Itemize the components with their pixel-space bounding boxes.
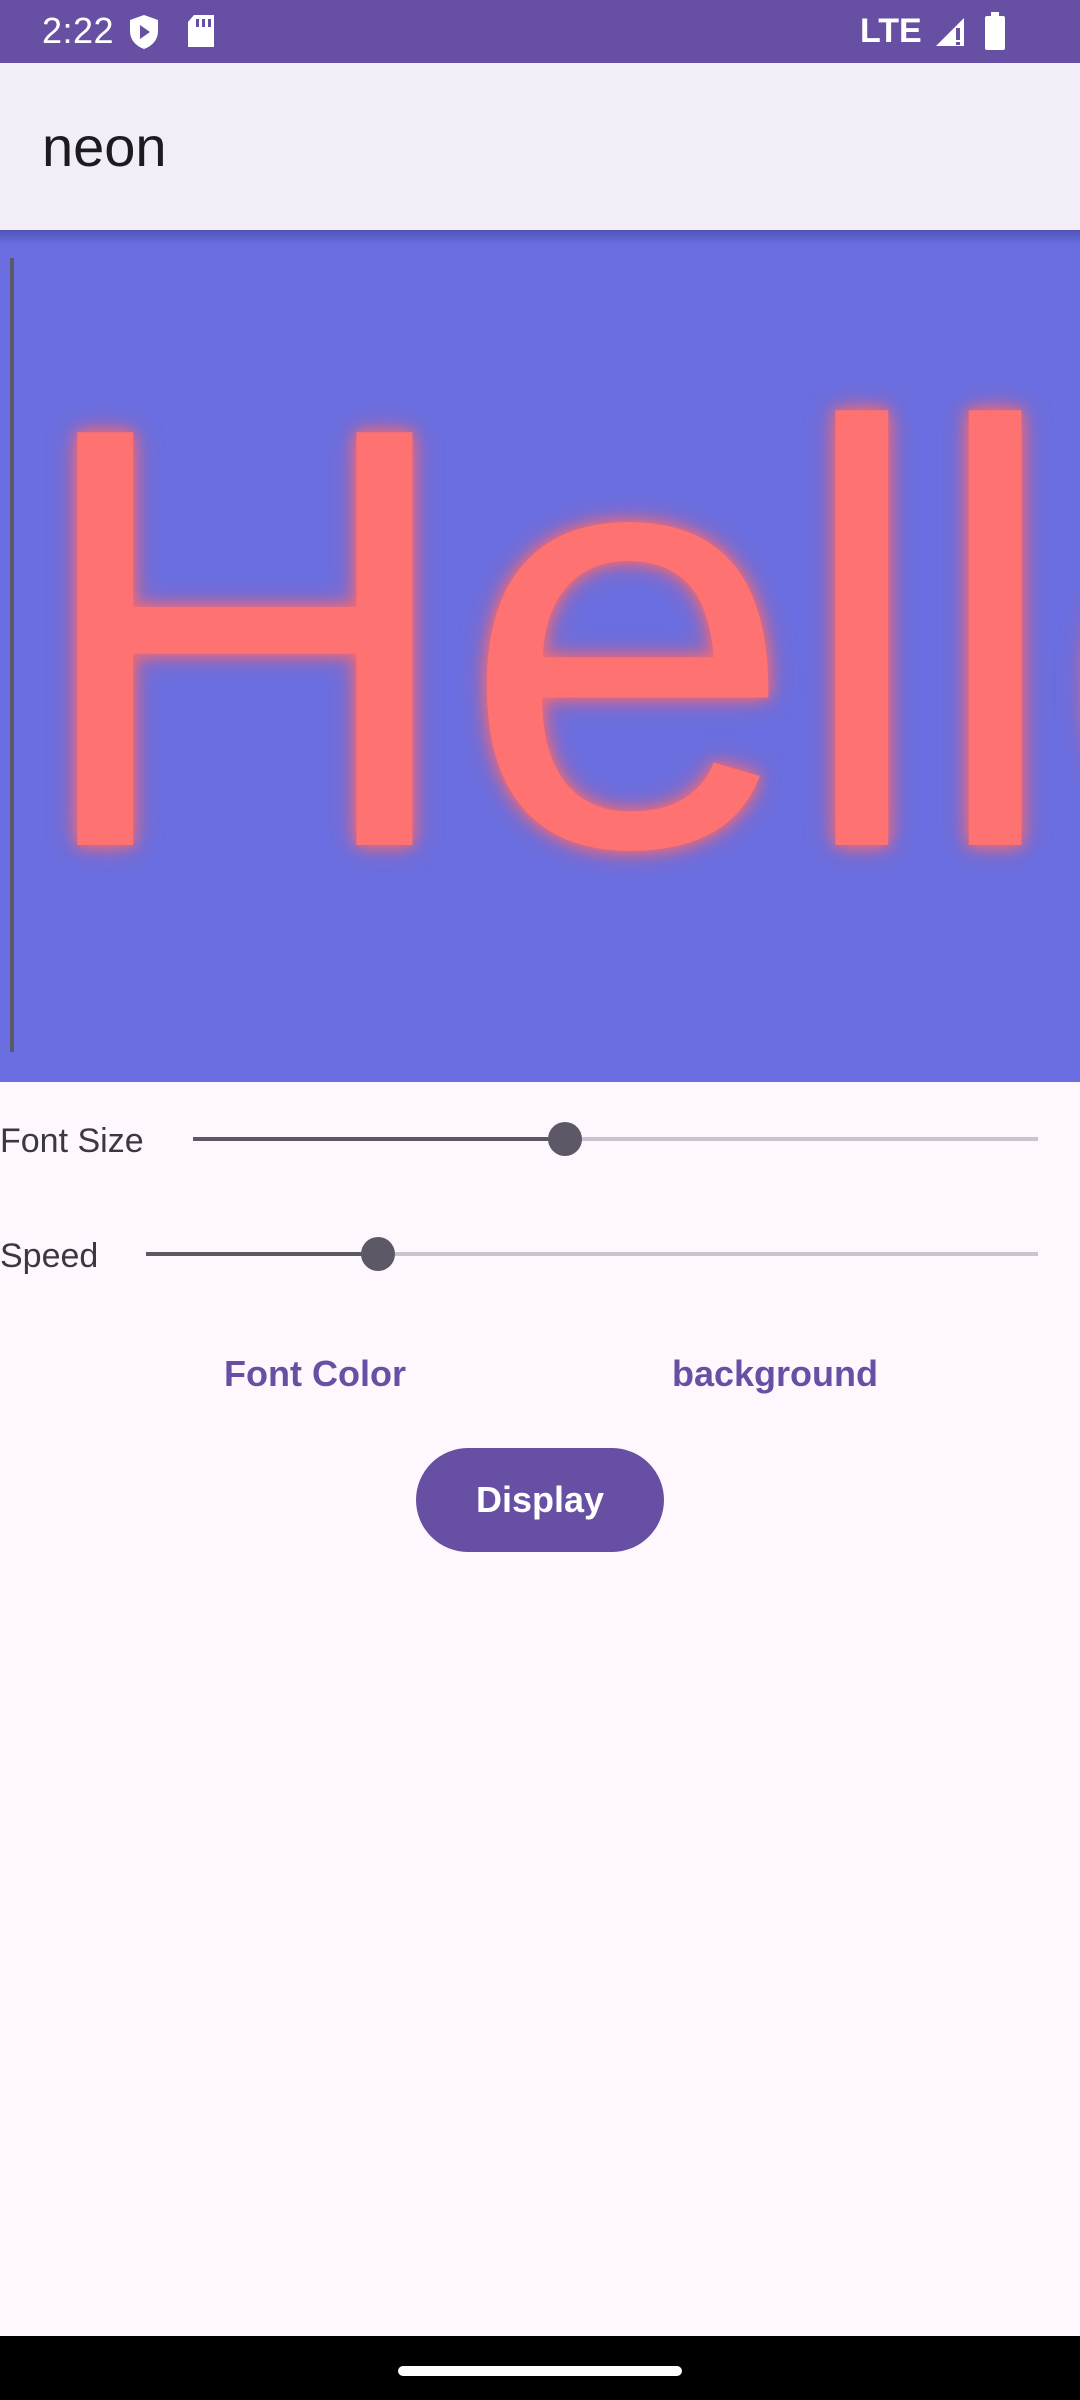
- preview-text: Hello: [28, 303, 1080, 973]
- sd-card-icon: [188, 15, 214, 47]
- status-time: 2:22: [42, 10, 115, 51]
- signal-icon: [936, 18, 964, 46]
- app-bar: neon: [0, 63, 1080, 230]
- font-size-slider-fill: [193, 1137, 565, 1141]
- text-cursor: [10, 258, 14, 1052]
- font-size-slider[interactable]: [193, 1122, 1038, 1156]
- network-type: LTE: [860, 12, 922, 50]
- background-button[interactable]: background: [650, 1352, 900, 1396]
- speed-slider[interactable]: [146, 1237, 1038, 1271]
- navigation-bar: [0, 2336, 1080, 2400]
- speed-slider-fill: [146, 1252, 378, 1256]
- speed-label: Speed: [0, 1237, 99, 1275]
- font-size-slider-thumb[interactable]: [547, 1122, 582, 1156]
- display-button[interactable]: Display: [416, 1448, 664, 1552]
- app-title: neon: [42, 115, 167, 178]
- app-bar-shadow: [0, 230, 1080, 244]
- font-color-button[interactable]: Font Color: [200, 1352, 430, 1396]
- speed-slider-thumb[interactable]: [360, 1237, 395, 1271]
- battery-icon: [985, 12, 1005, 50]
- shield-play-icon: [130, 15, 158, 49]
- status-bar: 2:22 LTE: [0, 0, 1080, 63]
- home-gesture-handle[interactable]: [398, 2366, 682, 2376]
- neon-preview[interactable]: Hello: [0, 230, 1080, 1082]
- font-size-label: Font Size: [0, 1122, 144, 1160]
